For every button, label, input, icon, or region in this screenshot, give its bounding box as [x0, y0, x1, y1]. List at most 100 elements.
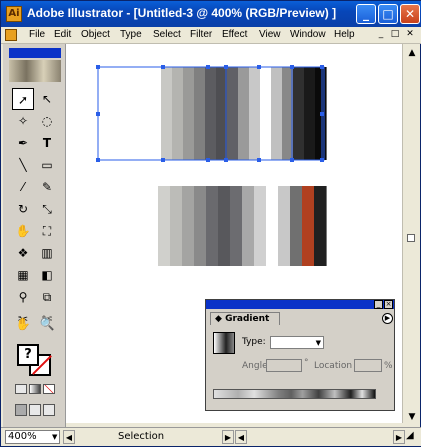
minimize-button[interactable]: _: [356, 4, 376, 24]
menu-effect[interactable]: Effect: [222, 29, 247, 40]
hand-tool-icon[interactable]: ✋: [12, 313, 34, 335]
bottom-gradient-stripes[interactable]: [158, 186, 327, 266]
symbol-sprayer-tool-icon[interactable]: ❖: [12, 242, 34, 264]
scroll-up-arrow-icon[interactable]: ▲: [406, 48, 418, 58]
gradient-stripe: [206, 186, 219, 266]
vertical-scrollbar[interactable]: ▲ ▼: [402, 44, 420, 423]
graph-tool-icon[interactable]: ▥: [36, 242, 58, 264]
scroll-left-arrow-icon[interactable]: ◀: [235, 430, 247, 444]
toolbox: ➚ ↖ ✧ ◌ ✒ T ╲ ▭ ⁄ ✎ ↻ ⤡ ✋ ⛶ ❖ ▥ ▦ ◧ ⚲ ⧉ …: [3, 44, 66, 427]
zoom-value: 400%: [8, 431, 37, 442]
title-bar[interactable]: Ai Adobe Illustrator - [Untitled-3 @ 400…: [1, 1, 421, 27]
full-screen-mode-button[interactable]: [43, 404, 55, 416]
fill-swatch[interactable]: ?: [17, 344, 39, 366]
gradient-tab-label: Gradient: [225, 314, 270, 324]
top-gradient-stripes[interactable]: [161, 67, 327, 160]
gradient-mode-button[interactable]: [29, 384, 41, 394]
color-mode-button[interactable]: [15, 384, 27, 394]
blend-tool-icon[interactable]: ⧉: [36, 286, 58, 308]
menu-view[interactable]: View: [259, 29, 281, 40]
toolbox-header[interactable]: [9, 48, 61, 58]
rotate-tool-icon[interactable]: ↻: [12, 198, 34, 220]
panel-titlebar[interactable]: _ ×: [206, 300, 394, 309]
eyedropper-tool-icon[interactable]: ⚲: [12, 286, 34, 308]
gradient-stripe: [271, 67, 283, 160]
gradient-stripe: [194, 186, 207, 266]
status-menu-arrow-icon[interactable]: ◀: [63, 430, 75, 444]
menu-edit[interactable]: Edit: [54, 29, 71, 40]
gradient-stripe: [302, 186, 315, 266]
selection-tool-icon[interactable]: ➚: [12, 88, 34, 110]
close-button[interactable]: ✕: [400, 4, 420, 24]
status-bar: 400% ▼ ◀ Selection ▶ ◀ ▶ ◢: [1, 427, 421, 446]
scroll-right-arrow-icon[interactable]: ▶: [393, 430, 405, 444]
full-screen-menu-mode-button[interactable]: [29, 404, 41, 416]
gradient-preview-swatch[interactable]: [213, 332, 235, 354]
mesh-tool-icon[interactable]: ▦: [12, 264, 34, 286]
gradient-stripe: [230, 186, 243, 266]
pencil-tool-icon[interactable]: ✎: [36, 176, 58, 198]
zoom-tool-icon[interactable]: 🔍: [36, 313, 58, 335]
free-transform-tool-icon[interactable]: ⛶: [36, 220, 58, 242]
menu-help[interactable]: Help: [334, 29, 355, 40]
toolbox-logo: [9, 60, 61, 82]
gradient-stripe: [161, 67, 173, 160]
standard-screen-mode-button[interactable]: [15, 404, 27, 416]
line-tool-icon[interactable]: ╲: [12, 154, 34, 176]
gradient-stripe: [218, 186, 231, 266]
app-window: Ai Adobe Illustrator - [Untitled-3 @ 400…: [0, 0, 421, 447]
status-tool-label: Selection: [118, 431, 165, 442]
window-title: Adobe Illustrator - [Untitled-3 @ 400% (…: [27, 6, 337, 20]
gradient-stripe: [238, 67, 250, 160]
pen-tool-icon[interactable]: ✒: [12, 132, 34, 154]
gradient-tool-icon[interactable]: ◧: [36, 264, 58, 286]
magic-wand-tool-icon[interactable]: ✧: [12, 110, 34, 132]
menu-type[interactable]: Type: [120, 29, 142, 40]
fill-stroke-widget[interactable]: ?: [15, 340, 57, 378]
lasso-tool-icon[interactable]: ◌: [36, 110, 58, 132]
scroll-thumb[interactable]: [407, 234, 415, 242]
rectangle-tool-icon[interactable]: ▭: [36, 154, 58, 176]
warp-tool-icon[interactable]: ✋: [12, 220, 34, 242]
none-mode-button[interactable]: [43, 384, 55, 394]
location-label: Location: [314, 361, 353, 371]
location-field[interactable]: [354, 359, 382, 372]
app-icon[interactable]: Ai: [6, 6, 22, 22]
doc-minimize-button[interactable]: _: [375, 29, 387, 41]
gradient-tab[interactable]: ◆ Gradient: [210, 312, 280, 325]
direct-selection-tool-icon[interactable]: ↖: [36, 88, 58, 110]
zoom-dropdown-icon[interactable]: ▼: [52, 431, 60, 443]
status-arrow-icon[interactable]: ▶: [222, 430, 234, 444]
type-dropdown-arrow-icon: ▼: [315, 339, 321, 347]
doc-restore-button[interactable]: □: [389, 29, 401, 41]
angle-field[interactable]: [266, 359, 302, 372]
type-tool-icon[interactable]: T: [36, 132, 58, 154]
angle-label: Angle: [242, 361, 268, 371]
menu-file[interactable]: File: [29, 29, 45, 40]
panel-minimize-button[interactable]: _: [374, 300, 383, 309]
type-dropdown[interactable]: ▼: [270, 336, 324, 349]
doc-close-button[interactable]: ✕: [404, 29, 416, 41]
gradient-stripe: [260, 67, 272, 160]
zoom-field[interactable]: 400% ▼: [5, 430, 60, 444]
gradient-stripe: [158, 186, 171, 266]
menu-object[interactable]: Object: [81, 29, 110, 40]
scroll-down-arrow-icon[interactable]: ▼: [406, 412, 418, 422]
gradient-stripe: [227, 67, 239, 160]
menu-window[interactable]: Window: [290, 29, 326, 40]
menu-filter[interactable]: Filter: [190, 29, 212, 40]
panel-close-button[interactable]: ×: [384, 300, 393, 309]
gradient-stripe: [172, 67, 184, 160]
panel-menu-button[interactable]: ▶: [382, 313, 393, 324]
scale-tool-icon[interactable]: ⤡: [36, 198, 58, 220]
gradient-panel: _ × ◆ Gradient ▶ Type: ▼ Angle ° Locatio…: [205, 299, 395, 411]
document-icon[interactable]: [5, 29, 17, 41]
resize-grip-icon[interactable]: ◢: [406, 430, 420, 444]
gradient-slider-bar[interactable]: [213, 389, 376, 399]
gradient-stripe: [304, 67, 316, 160]
menu-select[interactable]: Select: [153, 29, 181, 40]
maximize-button[interactable]: □: [378, 4, 398, 24]
paintbrush-tool-icon[interactable]: ⁄: [12, 176, 34, 198]
gradient-stripe: [249, 67, 261, 160]
gradient-stripe: [170, 186, 183, 266]
